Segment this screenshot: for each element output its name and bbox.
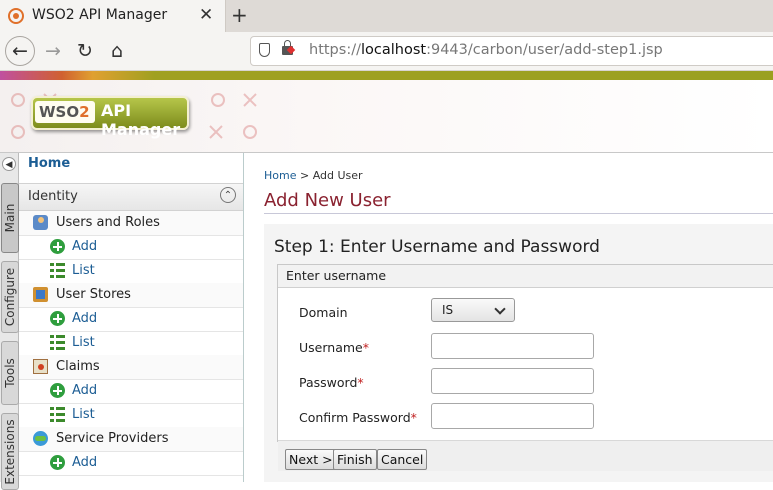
page-title: Add New User	[264, 190, 391, 211]
main-content: Home > Add User Add New User Step 1: Ent…	[244, 153, 773, 482]
username-input[interactable]	[431, 333, 594, 359]
claims-icon	[33, 359, 48, 374]
reload-button[interactable]: ↻	[70, 36, 100, 66]
sidebar-item-claims-add[interactable]: Add	[19, 379, 243, 404]
next-button[interactable]: Next >	[285, 449, 337, 470]
browser-tab-bar: WSO2 API Manager ✕ +	[0, 0, 773, 32]
confirm-password-label: Confirm Password*	[299, 410, 417, 425]
sidebar-item-users-add[interactable]: Add	[19, 235, 243, 260]
back-button[interactable]: ←	[5, 36, 35, 66]
sidebar-item-user-stores-list[interactable]: List	[19, 331, 243, 356]
menu-section-label: Identity	[28, 189, 78, 204]
new-tab-button[interactable]: +	[231, 3, 248, 27]
sidebar-menu: Home Identity ⌃ Users and Roles Add List…	[19, 153, 244, 482]
collapse-menu-icon[interactable]: ◀	[2, 157, 16, 171]
form-button-bar: Next > Finish Cancel	[278, 440, 773, 471]
add-icon	[50, 239, 65, 254]
tab-configure[interactable]: Configure	[1, 261, 19, 333]
confirm-password-input[interactable]	[431, 403, 594, 429]
domain-select[interactable]: IS	[431, 298, 515, 322]
add-icon	[50, 311, 65, 326]
home-button[interactable]: ⌂	[102, 36, 132, 66]
breadcrumb-current: Add User	[312, 169, 363, 182]
step-title: Step 1: Enter Username and Password	[274, 237, 600, 257]
url-text[interactable]: https://localhost:9443/carbon/user/add-s…	[309, 42, 663, 58]
sidebar-item-user-stores-add[interactable]: Add	[19, 307, 243, 332]
sidebar-item-claims[interactable]: Claims	[19, 355, 243, 380]
domain-label: Domain	[299, 305, 348, 320]
menu-section-identity[interactable]: Identity ⌃	[19, 183, 243, 211]
list-icon	[50, 263, 65, 278]
breadcrumb: Home > Add User	[264, 169, 363, 182]
forward-button[interactable]: →	[38, 36, 68, 66]
logo-wso2-mark: WSO2	[35, 101, 95, 123]
form-header: Enter username	[278, 265, 773, 288]
list-icon	[50, 335, 65, 350]
chevron-down-icon	[494, 303, 506, 315]
sidebar-item-users-and-roles[interactable]: Users and Roles	[19, 211, 243, 236]
app-header: WSO2 API Manager	[0, 80, 773, 153]
sidebar-item-claims-list[interactable]: List	[19, 403, 243, 428]
browser-tab[interactable]: WSO2 API Manager ✕	[0, 0, 226, 32]
insecure-lock-icon[interactable]	[282, 40, 293, 55]
shield-icon[interactable]	[259, 43, 270, 57]
username-form: Enter username Domain IS Username* Passw…	[277, 264, 773, 471]
vertical-tab-strip: ◀ Main Configure Tools Extensions	[0, 153, 19, 490]
browser-nav-bar: ← → ↻ ⌂ https://localhost:9443/carbon/us…	[0, 32, 773, 71]
tab-main[interactable]: Main	[1, 183, 19, 253]
list-icon	[50, 407, 65, 422]
tab-extensions[interactable]: Extensions	[1, 413, 19, 490]
header-color-strip	[0, 71, 773, 80]
wso2-logo[interactable]: WSO2 API Manager	[31, 96, 189, 139]
password-input[interactable]	[431, 368, 594, 394]
password-label: Password*	[299, 375, 364, 390]
sidebar-item-users-list[interactable]: List	[19, 259, 243, 284]
finish-button[interactable]: Finish	[333, 449, 377, 470]
collapse-section-icon[interactable]: ⌃	[220, 187, 236, 203]
breadcrumb-home-link[interactable]: Home	[264, 169, 296, 182]
service-provider-icon	[33, 431, 48, 446]
user-store-icon	[33, 287, 48, 302]
title-divider	[264, 213, 773, 214]
users-icon	[33, 215, 48, 230]
tab-tools[interactable]: Tools	[1, 341, 19, 405]
tab-title: WSO2 API Manager	[32, 7, 168, 23]
menu-home-link[interactable]: Home	[28, 156, 70, 171]
username-label: Username*	[299, 340, 369, 355]
cancel-button[interactable]: Cancel	[377, 449, 428, 470]
add-icon	[50, 383, 65, 398]
logo-product-name: API Manager	[101, 101, 181, 139]
add-icon	[50, 455, 65, 470]
close-tab-icon[interactable]: ✕	[199, 5, 213, 25]
sidebar-item-user-stores[interactable]: User Stores	[19, 283, 243, 308]
step-panel: Step 1: Enter Username and Password Ente…	[264, 224, 773, 482]
sidebar-item-service-providers-add[interactable]: Add	[19, 451, 243, 476]
address-bar[interactable]: https://localhost:9443/carbon/user/add-s…	[250, 36, 773, 66]
sidebar-item-service-providers[interactable]: Service Providers	[19, 427, 243, 452]
wso2-favicon-icon	[8, 8, 24, 24]
